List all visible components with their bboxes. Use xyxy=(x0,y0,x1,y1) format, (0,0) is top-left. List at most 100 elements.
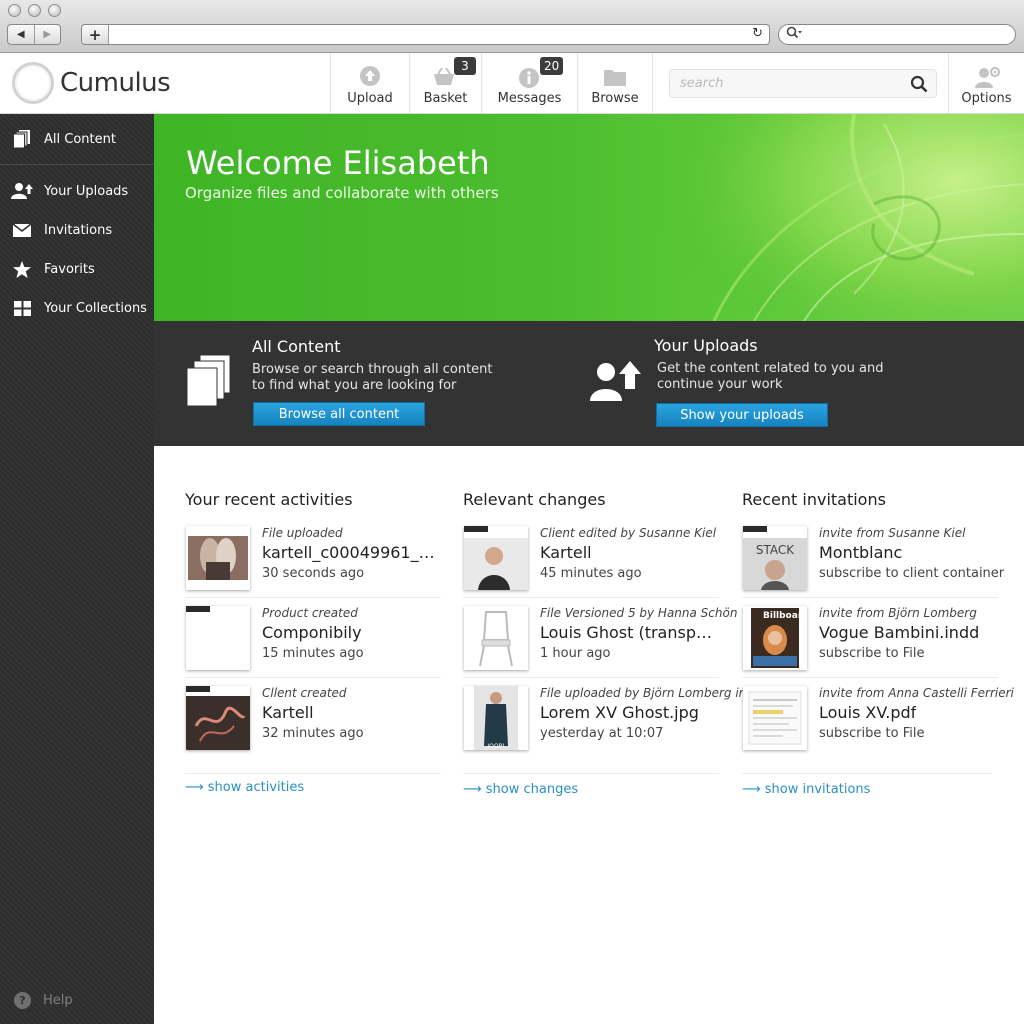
browse-all-content-button[interactable]: Browse all content xyxy=(253,402,425,426)
star-icon xyxy=(0,260,44,278)
add-bookmark-button[interactable]: + xyxy=(82,25,109,44)
show-changes-link[interactable]: ⟶ show changes xyxy=(463,782,578,797)
grid-icon xyxy=(0,300,44,316)
basket-count-badge: 3 xyxy=(454,57,476,75)
joop-logo-text: JOOP! xyxy=(486,743,504,750)
show-your-uploads-button[interactable]: Show your uploads xyxy=(656,403,828,427)
change-type: File uploaded by Björn Lomberg in xyxy=(540,686,747,700)
user-settings-icon xyxy=(973,65,1001,93)
divider xyxy=(742,677,998,678)
arrow-right-icon: ⟶ xyxy=(185,780,204,795)
chair-thumbnail xyxy=(464,606,528,670)
timestamp: 30 seconds ago xyxy=(262,566,365,581)
sidebar-item-label: Invitations xyxy=(44,222,113,238)
history-buttons: ◀ ▶ xyxy=(7,24,61,45)
your-uploads-desc-line1: Get the content related to you and xyxy=(657,361,884,376)
divider xyxy=(185,677,441,678)
search-input[interactable] xyxy=(670,70,890,97)
upload-icon xyxy=(359,65,381,91)
browser-chrome: ◀ ▶ + ↻ xyxy=(0,0,1024,53)
sidebar: All Content Your Uploads Invitations Fav… xyxy=(0,114,154,1024)
app-logo[interactable]: Cumulus xyxy=(12,62,171,104)
basket-button[interactable]: 3 Basket xyxy=(409,53,481,113)
app-header: Cumulus Upload 3 Basket 20 Messages Brow… xyxy=(0,53,1024,114)
list-item[interactable]: STACK invite from Susanne Kiel Montblanc… xyxy=(742,526,1012,606)
relevant-changes-section: Relevant changes Client edited by Susann… xyxy=(463,490,746,797)
sidebar-item-favorits[interactable]: Favorits xyxy=(0,251,154,287)
welcome-title: Welcome Elisabeth xyxy=(186,144,490,182)
timestamp: 15 minutes ago xyxy=(262,646,364,661)
stack-logo-text: STACK xyxy=(756,543,795,557)
upload-button[interactable]: Upload xyxy=(330,53,409,113)
list-item[interactable]: File Versioned 5 by Hanna Schön Louis Gh… xyxy=(463,606,737,686)
invite-source: invite from Susanne Kiel xyxy=(819,526,966,540)
cumulus-logo-icon xyxy=(12,62,54,104)
item-name: kartell_c00049961_af... xyxy=(262,543,442,562)
activity-type: Product created xyxy=(262,606,358,620)
invite-source: invite from Björn Lomberg xyxy=(819,606,977,620)
folder-icon xyxy=(603,68,627,91)
magazine-cover-thumbnail: Billboard xyxy=(743,606,807,670)
link-label: show invitations xyxy=(764,782,871,797)
quick-actions-band: All Content Browse or search through all… xyxy=(154,321,1024,446)
relevant-changes-title: Relevant changes xyxy=(463,490,606,509)
envelope-icon xyxy=(0,223,44,237)
sidebar-item-all-content[interactable]: All Content xyxy=(0,121,154,157)
browse-button[interactable]: Browse xyxy=(577,53,653,113)
list-item[interactable]: invite from Anna Castelli Ferrieri Louis… xyxy=(742,686,1014,766)
messages-count-badge: 20 xyxy=(540,57,564,75)
options-label: Options xyxy=(961,91,1012,106)
recent-invitations-section: Recent invitations STACK invite from Sus… xyxy=(742,490,1014,797)
messages-button[interactable]: 20 Messages xyxy=(481,53,577,113)
show-activities-link[interactable]: ⟶ show activities xyxy=(185,780,304,795)
timestamp: 45 minutes ago xyxy=(540,566,642,581)
show-invitations-link[interactable]: ⟶ show invitations xyxy=(742,782,870,797)
forward-button[interactable]: ▶ xyxy=(33,25,61,44)
documents-icon xyxy=(0,129,44,149)
link-label: show activities xyxy=(207,780,305,795)
arrow-right-icon: ⟶ xyxy=(463,782,482,797)
search-icon[interactable] xyxy=(910,75,928,97)
recent-activities-title: Your recent activities xyxy=(185,490,353,509)
item-name: Lorem XV Ghost.jpg xyxy=(540,703,699,722)
sidebar-item-invitations[interactable]: Invitations xyxy=(0,212,154,248)
minimize-window-button[interactable] xyxy=(28,4,41,17)
all-content-title: All Content xyxy=(252,337,341,356)
list-item[interactable]: Client edited by Susanne Kiel Kartell 45… xyxy=(463,526,719,606)
all-content-desc-line1: Browse or search through all content xyxy=(252,362,493,377)
app-name: Cumulus xyxy=(60,68,171,98)
list-item[interactable]: File uploaded kartell_c00049961_af... 30… xyxy=(185,526,442,606)
sidebar-divider xyxy=(0,164,154,165)
options-button[interactable]: Options xyxy=(948,53,1024,113)
sidebar-item-your-collections[interactable]: Your Collections xyxy=(0,290,154,326)
browser-search-field[interactable] xyxy=(778,24,1016,45)
sidebar-item-your-uploads[interactable]: Your Uploads xyxy=(0,173,154,209)
back-button[interactable]: ◀ xyxy=(8,25,34,44)
item-name: Vogue Bambini.indd xyxy=(819,623,980,642)
your-uploads-title: Your Uploads xyxy=(654,336,758,355)
address-bar[interactable]: + ↻ xyxy=(81,24,770,45)
user-upload-icon xyxy=(590,359,642,407)
item-name: Kartell xyxy=(540,543,592,562)
folder-image-thumbnail: STACK xyxy=(743,526,807,590)
basket-label: Basket xyxy=(423,91,468,106)
list-item[interactable]: Product created Componibily 15 minutes a… xyxy=(185,606,441,686)
sidebar-item-label: Your Uploads xyxy=(44,183,129,199)
reload-icon[interactable]: ↻ xyxy=(752,26,763,41)
help-link[interactable]: ? Help xyxy=(14,992,73,1009)
timestamp: yesterday at 10:07 xyxy=(540,726,664,741)
zoom-window-button[interactable] xyxy=(48,4,61,17)
list-item[interactable]: JOOP! File uploaded by Björn Lomberg in … xyxy=(463,686,746,766)
your-uploads-desc-line2: continue your work xyxy=(657,377,783,392)
close-window-button[interactable] xyxy=(8,4,21,17)
timestamp: 1 hour ago xyxy=(540,646,611,661)
app-search-box xyxy=(669,69,937,98)
search-icon xyxy=(786,26,802,43)
list-item[interactable]: Billboard invite from Björn Lomberg Vogu… xyxy=(742,606,1012,686)
list-item[interactable]: Cllent created Kartell 32 minutes ago xyxy=(185,686,441,766)
user-upload-icon xyxy=(0,182,44,200)
sidebar-item-label: Your Collections xyxy=(44,300,147,316)
billboard-logo-text: Billboard xyxy=(763,611,807,621)
item-name: Louis XV.pdf xyxy=(819,703,917,722)
change-type: File Versioned 5 by Hanna Schön xyxy=(540,606,738,620)
